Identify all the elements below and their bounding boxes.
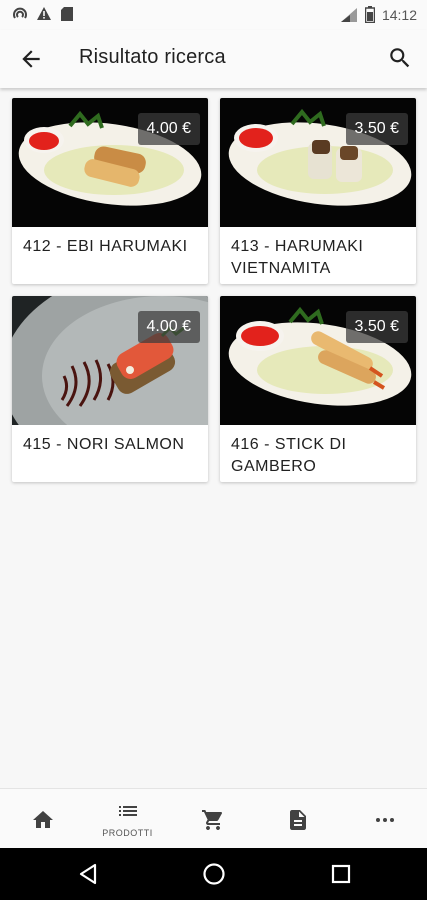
battery-icon <box>364 6 375 23</box>
system-recents-button[interactable] <box>329 862 353 886</box>
nav-home[interactable] <box>0 789 85 849</box>
search-icon <box>390 48 410 68</box>
system-back-button[interactable] <box>77 862 101 886</box>
back-triangle-icon <box>79 863 97 885</box>
nfc-icon <box>13 7 27 19</box>
signal-icon <box>340 7 357 22</box>
status-left-icons <box>12 6 74 22</box>
price-badge: 4.00 € <box>137 311 200 343</box>
more-icon <box>375 818 394 822</box>
home-icon <box>32 811 53 828</box>
cart-icon <box>201 810 222 830</box>
status-right-icons: 14:12 <box>340 6 417 23</box>
document-icon <box>289 810 306 830</box>
warning-icon <box>37 7 51 20</box>
product-title: 415 - NORI SALMON <box>23 436 185 453</box>
product-card[interactable]: 4.00 € 415 - NORI SALMON <box>12 296 208 482</box>
recents-square-icon <box>331 864 351 884</box>
product-title: 416 - STICK DI GAMBERO <box>231 436 347 475</box>
home-circle-icon <box>203 863 225 885</box>
nav-more[interactable] <box>342 789 427 849</box>
nav-prodotti[interactable]: PRODOTTI <box>85 789 170 849</box>
system-home-button[interactable] <box>202 862 226 886</box>
price-badge: 3.50 € <box>345 113 408 145</box>
nav-document[interactable] <box>255 789 340 849</box>
system-navigation-bar <box>0 848 427 900</box>
status-bar: 14:12 <box>0 0 427 30</box>
product-image: 4.00 € <box>12 98 208 227</box>
price-badge: 4.00 € <box>137 113 200 145</box>
product-image: 3.50 € <box>220 296 416 425</box>
product-card[interactable]: 4.00 € 412 - EBI HARUMAKI <box>12 98 208 284</box>
product-image: 3.50 € <box>220 98 416 227</box>
price-badge: 3.50 € <box>345 311 408 343</box>
nav-cart[interactable] <box>170 789 255 849</box>
back-button[interactable] <box>18 46 44 72</box>
list-icon <box>118 806 137 816</box>
bottom-navigation: PRODOTTI <box>0 788 427 849</box>
product-image: 4.00 € <box>12 296 208 425</box>
product-title: 412 - EBI HARUMAKI <box>23 238 188 255</box>
product-card[interactable]: 3.50 € 413 - HARUMAKI VIETNAMITA <box>220 98 416 284</box>
page-title: Risultato ricerca <box>79 46 226 68</box>
status-time: 14:12 <box>381 6 417 23</box>
arrow-back-icon <box>22 50 40 68</box>
search-button[interactable] <box>387 45 413 71</box>
product-card[interactable]: 3.50 € 416 - STICK DI GAMBERO <box>220 296 416 482</box>
nav-label-prodotti: PRODOTTI <box>102 828 153 838</box>
product-title: 413 - HARUMAKI VIETNAMITA <box>231 238 364 277</box>
sd-card-icon <box>61 7 73 21</box>
app-bar: Risultato ricerca <box>0 30 427 88</box>
